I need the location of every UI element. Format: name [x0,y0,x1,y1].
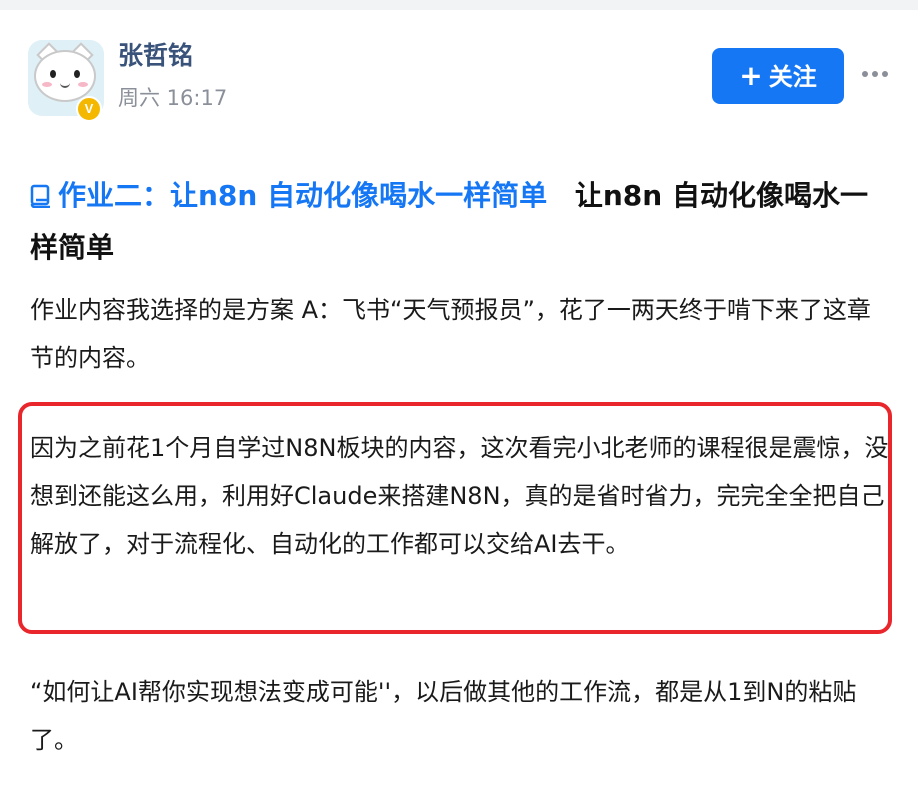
author-name[interactable]: 张哲铭 [118,36,193,72]
follow-button[interactable]: + 关注 [712,48,844,104]
follow-label: 关注 [768,63,817,91]
post-time: 周六 16:17 [118,86,228,110]
dot [872,71,878,77]
avatar-eye [50,70,56,78]
avatar-eye [74,70,80,78]
dot [882,71,888,77]
post-card: V 张哲铭 周六 16:17 + 关注 作业二：让n8n 自动化像喝水一样简单 让… [0,10,918,806]
assignment-link-label: 作业二：让n8n 自动化像喝水一样简单 [58,179,548,212]
post-paragraph: “如何让AI帮你实现想法变成可能''，以后做其他的工作流，都是从1到N的粘贴了。 [30,678,857,754]
post-paragraph-highlighted: 因为之前花1个月自学过N8N板块的内容，这次看完小北老师的课程很是震惊，没想到还… [30,434,889,558]
document-icon [30,184,50,208]
avatar-cheek [78,82,88,87]
assignment-link[interactable]: 作业二：让n8n 自动化像喝水一样简单 [30,179,557,212]
avatar-cheek [42,82,52,87]
more-dots-icon[interactable] [862,62,898,86]
top-divider [0,0,918,10]
plus-icon: + [739,59,763,92]
avatar-face [34,50,96,102]
verified-badge-icon: V [76,96,102,122]
post-paragraph: 作业内容我选择的是方案 A：飞书“天气预报员”，花了一两天终于啃下来了这章节的内… [30,296,871,372]
avatar[interactable]: V [28,40,104,122]
dot [862,71,868,77]
post-title: 作业二：让n8n 自动化像喝水一样简单 让n8n 自动化像喝水一样简单 [30,170,890,274]
